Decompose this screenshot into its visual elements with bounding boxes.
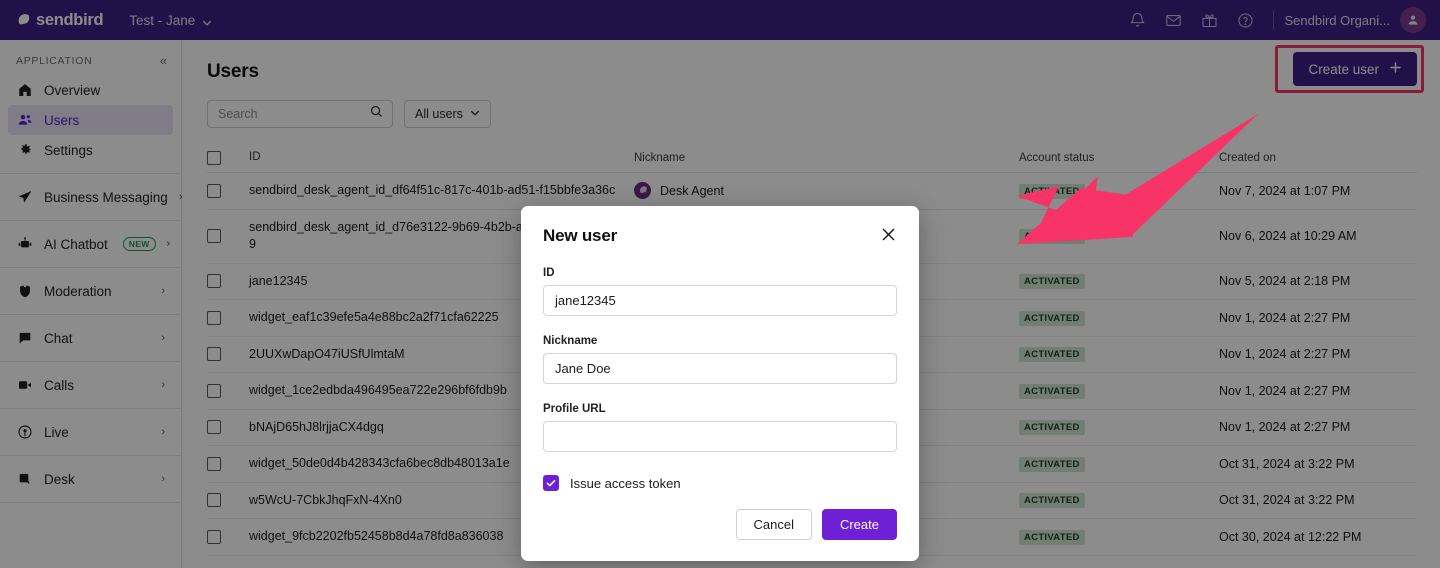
checkbox-checked-icon (543, 475, 559, 491)
close-icon[interactable] (880, 226, 897, 248)
nickname-field-value: Jane Doe (555, 361, 611, 376)
modal-title: New user (543, 226, 617, 246)
app-root: sendbird Test - Jane Sendbird Organi... (0, 0, 1440, 568)
issue-access-token-checkbox[interactable]: Issue access token (543, 475, 897, 491)
modal-header: New user (543, 226, 897, 248)
issue-access-token-label: Issue access token (570, 476, 681, 491)
nickname-field[interactable]: Jane Doe (543, 353, 897, 384)
cancel-button[interactable]: Cancel (736, 509, 812, 540)
nickname-field-label: Nickname (543, 335, 897, 347)
id-field[interactable]: jane12345 (543, 285, 897, 316)
modal-actions: Cancel Create (736, 509, 898, 540)
create-button[interactable]: Create (822, 509, 897, 540)
profile-url-field-label: Profile URL (543, 403, 897, 415)
new-user-modal: New user ID jane12345 Nickname Jane Doe … (521, 206, 919, 561)
id-field-label: ID (543, 267, 897, 279)
profile-url-field[interactable] (543, 421, 897, 452)
id-field-value: jane12345 (555, 293, 616, 308)
